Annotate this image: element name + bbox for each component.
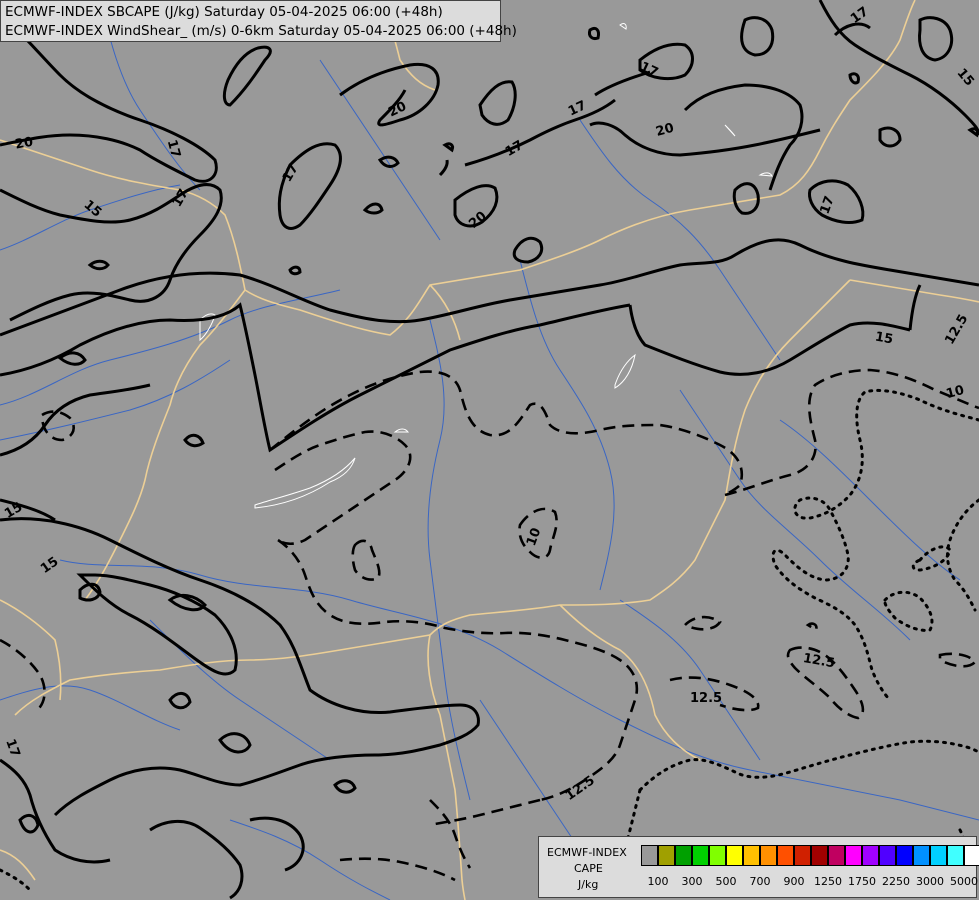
legend-swatch (913, 845, 930, 866)
legend-tick-label: 3000 (916, 875, 944, 888)
legend-tick-label: 700 (749, 875, 771, 888)
legend-swatch (828, 845, 845, 866)
legend-swatch (760, 845, 777, 866)
legend-tick-label: 900 (783, 875, 805, 888)
legend-tick-label: 100 (647, 875, 669, 888)
legend-swatch (794, 845, 811, 866)
contour-label: 12.5 (690, 691, 722, 706)
map-background (0, 0, 979, 900)
title-sbcape: ECMWF-INDEX SBCAPE (J/kg) Saturday 05-04… (5, 4, 443, 20)
legend-tick-label: 1250 (814, 875, 842, 888)
legend-tick-label: 300 (681, 875, 703, 888)
legend-swatch (641, 845, 658, 866)
legend-tick-label: 500 (715, 875, 737, 888)
legend-swatch (692, 845, 709, 866)
weather-map: 20 20 20 17 17 17 17 17 17 17 15 15 15 1… (0, 0, 979, 900)
legend-swatch (947, 845, 964, 866)
cape-legend: ECMWF-INDEX CAPE J/kg 100 300 500 700 900 125… (538, 836, 979, 898)
legend-swatch (743, 845, 760, 866)
contour-label: 15 (874, 330, 894, 348)
legend-swatch (896, 845, 913, 866)
legend-param: CAPE (574, 862, 603, 875)
map-title-box: ECMWF-INDEX SBCAPE (J/kg) Saturday 05-04… (0, 0, 517, 42)
legend-swatch (930, 845, 947, 866)
legend-swatch (811, 845, 828, 866)
legend-swatch (709, 845, 726, 866)
legend-tick-label: 5000 (950, 875, 978, 888)
legend-tick-label: 2250 (882, 875, 910, 888)
legend-swatch (675, 845, 692, 866)
contour-label: 20 (14, 135, 34, 153)
legend-swatch (845, 845, 862, 866)
legend-swatch (658, 845, 675, 866)
title-windshear: ECMWF-INDEX WindShear_ (m/s) 0-6km Satur… (5, 23, 517, 39)
legend-swatch (862, 845, 879, 866)
legend-tick-labels: 100 300 500 700 900 1250 1750 2250 3000 5000 (539, 875, 979, 889)
legend-swatch (964, 845, 979, 866)
legend-tick-label: 1750 (848, 875, 876, 888)
legend-color-scale (641, 845, 979, 866)
legend-swatch (777, 845, 794, 866)
legend-swatch (879, 845, 896, 866)
legend-title: ECMWF-INDEX (547, 846, 627, 859)
legend-swatch (726, 845, 743, 866)
